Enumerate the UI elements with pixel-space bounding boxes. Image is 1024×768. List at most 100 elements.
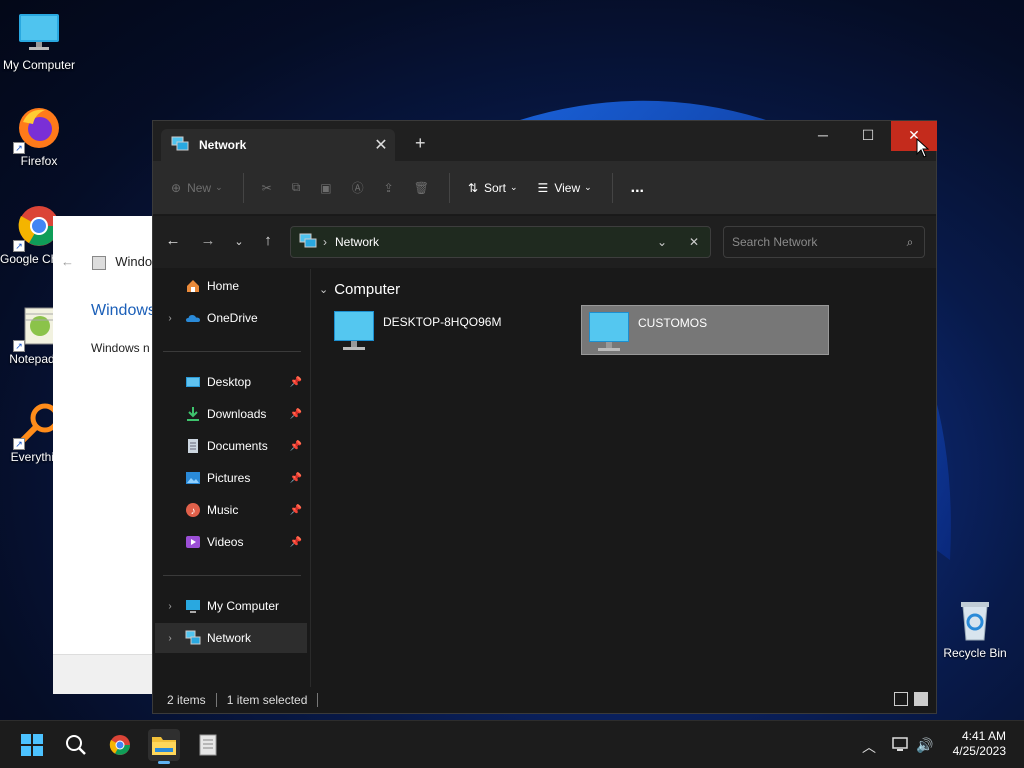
cut-button[interactable]: ✂ [262, 173, 272, 203]
title-bar[interactable]: Network ✕ + ─ ☐ ✕ [153, 121, 937, 161]
monitor-icon [185, 598, 201, 614]
sidebar-item-music[interactable]: ♪ Music 📌 [155, 495, 307, 525]
pin-icon[interactable]: 📌 [289, 409, 303, 420]
chevron-right-icon[interactable]: › [155, 601, 185, 612]
system-clock[interactable]: 4:41 AM 4/25/2023 [953, 729, 1006, 759]
rename-button[interactable]: Ⓐ [352, 173, 364, 203]
file-list-pane[interactable]: ⌄ Computer DESKTOP-8HQO96M CUSTOMOS [313, 269, 936, 687]
sidebar-item-documents[interactable]: Documents 📌 [155, 431, 307, 461]
file-explorer-window[interactable]: Network ✕ + ─ ☐ ✕ ⊕ New ⌄ ✂ ⧉ ▣ Ⓐ ⇪ 🗑 ⇅ … [152, 120, 937, 714]
selection-count: 1 item selected [226, 693, 308, 707]
new-tab-icon[interactable]: + [415, 133, 426, 154]
group-header-computer[interactable]: ⌄ Computer [319, 281, 400, 298]
desktop-icon-my-computer[interactable]: My Computer [0, 8, 78, 72]
sort-button[interactable]: ⇅ Sort ⌄ [468, 173, 518, 203]
chevron-right-icon[interactable]: › [155, 633, 185, 644]
large-icons-view-icon[interactable] [914, 692, 928, 706]
shortcut-arrow-icon: ↗ [13, 142, 25, 154]
window-glyph-icon [91, 255, 106, 270]
scissors-icon: ✂ [261, 180, 272, 195]
background-window-title: Windows [91, 302, 156, 319]
pin-icon[interactable]: 📌 [289, 537, 303, 548]
back-arrow-icon[interactable]: ← [163, 232, 183, 249]
sidebar-item-home[interactable]: Home [155, 271, 307, 301]
sidebar-item-desktop[interactable]: Desktop 📌 [155, 367, 307, 397]
network-status-icon[interactable] [892, 737, 910, 756]
firefox-icon: ↗ [13, 104, 63, 154]
sidebar-item-onedrive[interactable]: › OneDrive [155, 303, 307, 333]
breadcrumb-chevron-icon[interactable]: › [323, 235, 327, 249]
taskbar-chrome[interactable] [104, 729, 136, 761]
chevron-down-icon[interactable]: ⌄ [319, 283, 328, 296]
clock-date: 4/25/2023 [952, 744, 1006, 758]
show-hidden-icons-chevron[interactable]: ︿ [862, 737, 876, 757]
search-button[interactable] [60, 729, 92, 761]
monitor-icon [333, 309, 375, 353]
maximize-button[interactable]: ☐ [845, 121, 891, 151]
volume-icon[interactable]: 🔊 [916, 737, 933, 754]
share-button[interactable]: ⇪ [384, 173, 394, 203]
more-options-button[interactable]: ... [631, 173, 644, 203]
network-computer-item[interactable]: CUSTOMOS [581, 305, 829, 355]
svg-text:♪: ♪ [191, 506, 196, 517]
breadcrumb[interactable]: Network [335, 235, 646, 249]
background-window-body: Windows n [91, 341, 150, 355]
taskbar-file-explorer[interactable] [148, 729, 180, 764]
network-icon [185, 630, 201, 646]
desktop-icon-recycle-bin[interactable]: Recycle Bin [936, 596, 1014, 660]
sidebar-divider [163, 351, 301, 352]
chevron-down-icon: ⌄ [584, 182, 592, 192]
monitor-icon [15, 8, 63, 56]
chevron-down-icon: ⌄ [215, 182, 223, 192]
sidebar-item-pictures[interactable]: Pictures 📌 [155, 463, 307, 493]
start-button[interactable] [16, 729, 48, 761]
toolbar-divider [242, 172, 244, 203]
share-icon: ⇪ [383, 180, 394, 195]
copy-icon: ⧉ [291, 180, 301, 194]
recent-locations-chevron-icon[interactable]: ⌄ [229, 235, 249, 248]
search-box[interactable]: ⌕ [723, 226, 925, 258]
shortcut-arrow-icon: ↗ [13, 240, 25, 252]
tab-network[interactable]: Network ✕ [161, 129, 395, 161]
recycle-bin-icon [951, 596, 999, 644]
view-list-icon: ☰ [537, 180, 549, 195]
forward-arrow-icon[interactable]: → [198, 232, 218, 249]
delete-button[interactable]: 🗑 [414, 173, 429, 203]
close-button[interactable]: ✕ [891, 121, 937, 151]
sidebar-divider [163, 575, 301, 576]
sidebar-item-network[interactable]: › Network [155, 623, 307, 653]
tab-close-icon[interactable]: ✕ [367, 135, 395, 155]
pin-icon[interactable]: 📌 [289, 377, 303, 388]
search-icon[interactable]: ⌕ [896, 235, 924, 250]
network-icon [171, 136, 189, 155]
address-dropdown-icon[interactable]: ⌄ [646, 235, 678, 249]
search-input[interactable] [732, 235, 896, 249]
videos-icon [185, 534, 201, 550]
clear-address-icon[interactable]: ✕ [678, 235, 710, 249]
sidebar-item-downloads[interactable]: Downloads 📌 [155, 399, 307, 429]
copy-button[interactable]: ⧉ [292, 173, 301, 203]
taskbar-app[interactable] [192, 729, 224, 761]
pin-icon[interactable]: 📌 [289, 505, 303, 516]
new-button[interactable]: ⊕ New ⌄ [171, 173, 223, 203]
taskbar: ︿ 🔊 4:41 AM 4/25/2023 [0, 720, 1024, 768]
view-switcher [894, 692, 928, 706]
pin-icon[interactable]: 📌 [289, 441, 303, 452]
background-window[interactable]: ← Windows Windows Windows n [53, 216, 163, 694]
view-button[interactable]: ☰ View ⌄ [538, 173, 592, 203]
address-bar[interactable]: › Network ⌄ ✕ [290, 226, 711, 258]
pin-icon[interactable]: 📌 [289, 473, 303, 484]
minimize-button[interactable]: ─ [800, 121, 846, 151]
paste-button[interactable]: ▣ [320, 173, 331, 203]
chrome-icon [109, 735, 130, 755]
back-arrow-icon[interactable]: ← [61, 254, 74, 269]
chevron-right-icon[interactable]: › [155, 313, 185, 324]
up-arrow-icon[interactable]: ↑ [258, 232, 278, 249]
sidebar-item-my-computer[interactable]: › My Computer [155, 591, 307, 621]
details-view-icon[interactable] [894, 692, 908, 706]
sidebar-item-videos[interactable]: Videos 📌 [155, 527, 307, 557]
search-icon [66, 735, 86, 755]
command-bar: ⊕ New ⌄ ✂ ⧉ ▣ Ⓐ ⇪ 🗑 ⇅ Sort ⌄ ☰ View ⌄ ..… [153, 161, 936, 215]
desktop-icon-firefox[interactable]: ↗ Firefox [0, 104, 78, 168]
network-computer-item[interactable]: DESKTOP-8HQO96M [327, 305, 575, 355]
